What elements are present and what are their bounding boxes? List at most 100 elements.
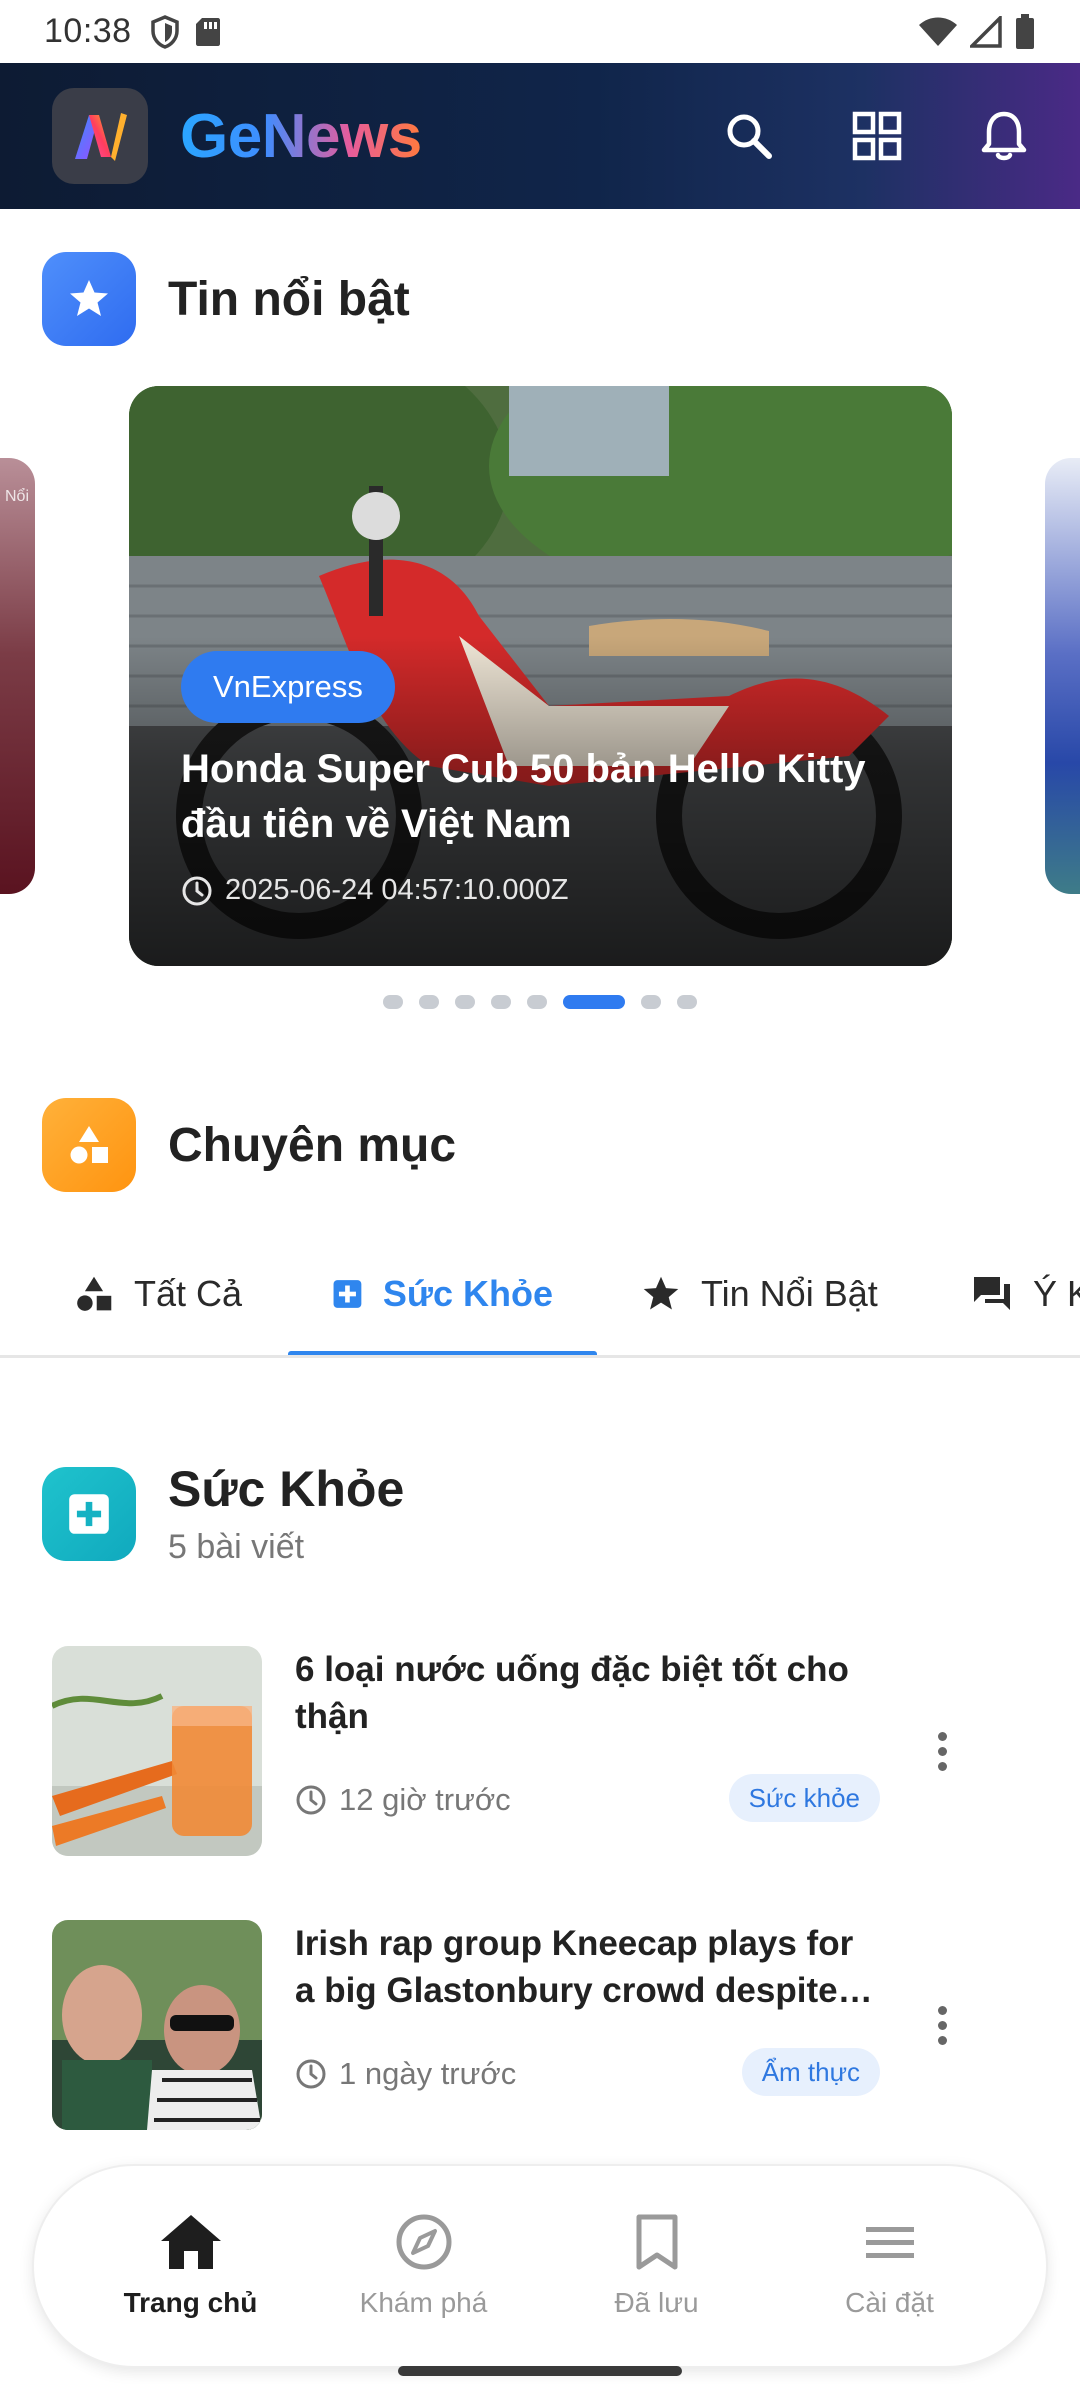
featured-section-icon-box [42,252,136,346]
app-logo[interactable] [52,88,148,184]
featured-card-title: Honda Super Cub 50 bản Hello Kitty đầu t… [181,747,866,846]
carousel-dot[interactable] [527,995,547,1009]
carousel-dot[interactable] [491,995,511,1009]
signal-icon [970,15,1002,48]
more-dot [937,2005,947,2015]
article-time: 1 ngày trước [339,2056,517,2091]
next-card-peek[interactable] [1045,458,1080,894]
logo-n-icon [75,113,127,161]
article-thumbnail-image [52,1646,262,1856]
featured-card[interactable]: VnExpress Honda Super Cub 50 bản Hello K… [129,386,952,966]
star-icon [70,280,108,316]
nav-explore-label: Khám phá [359,2287,488,2318]
article-thumbnail [52,1920,262,2130]
nav-explore[interactable]: Khám phá [324,2213,524,2319]
tab-health[interactable]: Sức Khỏe [288,1232,597,1355]
clock-icon [296,2059,326,2089]
search-button[interactable] [724,111,774,161]
more-dot [937,2035,947,2045]
health-section-header: Sức Khỏe 5 bài viết [42,1460,404,1567]
article-meta: 12 giờ trước [295,1782,511,1818]
carousel-dot[interactable] [455,995,475,1009]
health-section-title: Sức Khỏe [168,1461,405,1517]
chat-icon [974,1276,1010,1310]
article-category-tag[interactable]: Ẩm thực [741,2048,880,2096]
carousel-dot[interactable] [641,995,661,1009]
prev-card-label: Nổi [4,488,29,505]
categories-section-icon-box [42,1098,136,1192]
more-dot [937,1731,947,1741]
notifications-button[interactable] [980,110,1028,162]
menu-icon [865,2227,914,2258]
grid-button[interactable] [852,111,902,161]
shield-icon [150,14,179,49]
nav-home-label: Trang chủ [123,2287,258,2318]
carousel-dot[interactable] [563,995,625,1009]
wifi-icon [919,17,957,46]
home-indicator[interactable] [398,2366,682,2376]
medical-plus-icon [333,1279,362,1308]
prev-card-peek[interactable]: Nổi [0,458,35,894]
tab-opinion[interactable]: Ý K [927,1232,1080,1355]
sd-card-icon [195,17,220,46]
article-thumbnail [52,1646,262,1856]
featured-carousel[interactable]: Nổi VnExpress Honda Super Cub 50 bản Hel… [0,386,1080,968]
article-title: 6 loại nước uống đặc biệt tốt cho thận [295,1650,849,1736]
nav-saved-label: Đã lưu [614,2287,699,2318]
article-more-button[interactable] [922,1716,962,1786]
battery-icon [1016,13,1034,49]
tab-featured[interactable]: Tin Nổi Bật [597,1232,927,1355]
article-meta: 1 ngày trước [295,2056,516,2092]
shapes-icon [70,1126,108,1164]
status-time: 10:38 [44,12,132,50]
clock-icon [296,1785,326,1815]
tab-featured-label: Tin Nổi Bật [701,1272,878,1314]
featured-title: Tin nổi bật [168,272,410,326]
categories-title: Chuyên mục [168,1118,457,1172]
bookmark-icon [636,2214,677,2270]
featured-section-header: Tin nổi bật [42,252,410,346]
carousel-indicator[interactable] [0,995,1080,1009]
bottom-navigation: Trang chủ Khám phá Đã lưu Cài đặt [34,2166,1046,2366]
tab-all-label: Tất Cả [134,1272,243,1314]
tab-all[interactable]: Tất Cả [0,1232,288,1355]
tab-opinion-label: Ý K [1033,1272,1080,1314]
grid-icon [852,111,902,161]
nav-saved[interactable]: Đã lưu [557,2213,757,2319]
carousel-dot[interactable] [383,995,403,1009]
featured-card-timestamp: 2025-06-24 04:57:10.000Z [225,874,569,906]
brand-name: GeNews [180,101,422,171]
nav-settings-label: Cài đặt [845,2287,934,2318]
compass-icon [396,2214,451,2270]
article-item[interactable]: 6 loại nước uống đặc biệt tốt cho thận 1… [52,1646,1042,1856]
nav-home[interactable]: Trang chủ [91,2213,291,2319]
more-dot [937,1761,947,1771]
search-icon [727,114,772,159]
app-header: GeNews [0,63,1080,209]
carousel-dot[interactable] [419,995,439,1009]
categories-section-header: Chuyên mục [42,1098,456,1192]
clock-icon [182,876,212,905]
health-section-count: 5 bài viết [168,1528,305,1566]
medical-plus-icon [69,1493,109,1534]
health-section-icon-box [42,1466,136,1561]
article-category-tag[interactable]: Sức khỏe [728,1774,880,1822]
star-icon [643,1276,679,1309]
tab-health-label: Sức Khỏe [382,1272,553,1314]
more-dot [937,2020,947,2030]
nav-settings[interactable]: Cài đặt [790,2213,990,2319]
featured-card-time: 2025-06-24 04:57:10.000Z [181,874,568,907]
source-badge[interactable]: VnExpress [181,651,395,723]
home-icon [160,2215,221,2269]
more-dot [937,1746,947,1756]
article-time: 12 giờ trước [339,1782,511,1817]
carousel-dot[interactable] [677,995,697,1009]
bell-icon [981,111,1027,161]
article-more-button[interactable] [922,1990,962,2060]
category-tabs: Tất Cả Sức Khỏe Tin Nổi Bật Ý K [0,1232,1080,1358]
shapes-icon [77,1276,112,1311]
article-item[interactable]: Irish rap group Kneecap plays for a big … [52,1920,1042,2130]
article-thumbnail-image [52,1920,262,2130]
status-bar: 10:38 [0,0,1080,63]
article-title: Irish rap group Kneecap plays for a big … [295,1924,854,2010]
